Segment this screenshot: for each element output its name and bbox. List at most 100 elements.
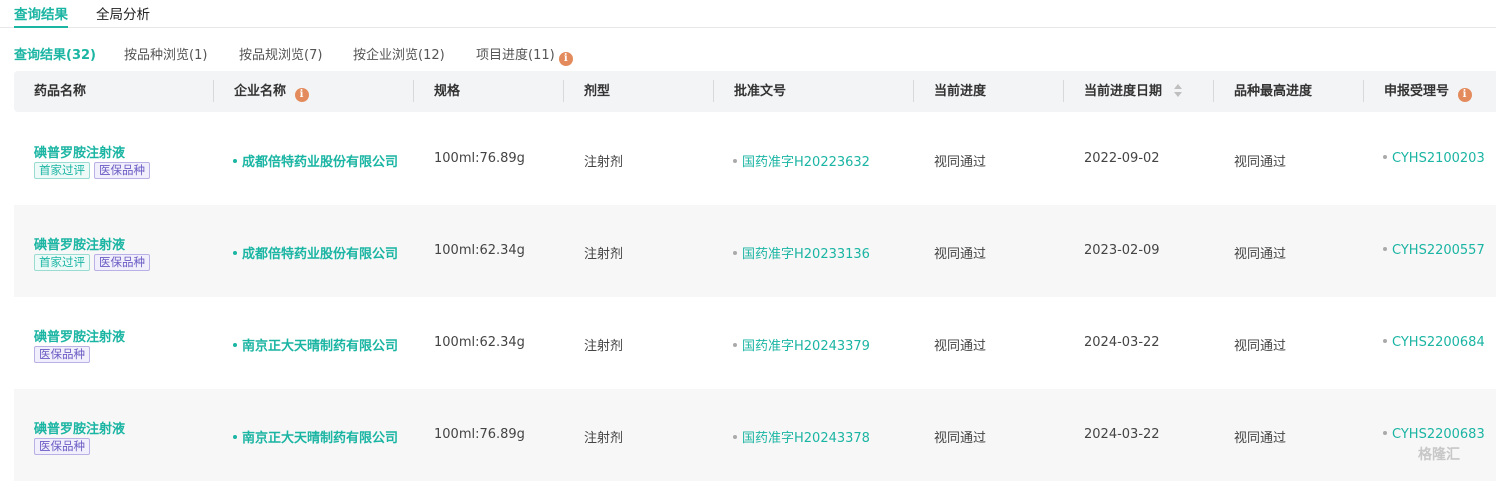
- tag-medical-insurance: 医保品种: [94, 162, 150, 179]
- company-link[interactable]: 南京正大天晴制药有限公司: [233, 335, 398, 354]
- bullet-icon: [1383, 247, 1387, 251]
- table-row: 碘普罗胺注射液 医保品种 南京正大天晴制药有限公司 100ml:62.34g 注…: [14, 297, 1496, 389]
- accept-no-link[interactable]: CYHS2200684: [1383, 335, 1485, 350]
- progress-date-value: 2022-09-02: [1084, 151, 1160, 166]
- company-name: 南京正大天晴制药有限公司: [242, 339, 399, 354]
- header-divider: [1213, 80, 1214, 102]
- info-icon[interactable]: i: [294, 88, 309, 102]
- spec-value: 100ml:76.89g: [434, 427, 525, 442]
- tag-group: 医保品种: [34, 438, 94, 455]
- progress-value: 视同通过: [934, 431, 987, 446]
- company-name: 成都倍特药业股份有限公司: [242, 247, 399, 262]
- drug-name-link[interactable]: 碘普罗胺注射液: [34, 234, 125, 253]
- header-divider: [913, 80, 914, 102]
- form-value: 注射剂: [584, 247, 624, 262]
- top-tab-bar: 查询结果 全局分析: [0, 0, 1496, 28]
- col-progress: 当前进度: [934, 84, 987, 99]
- accept-no-link[interactable]: CYHS2200557: [1383, 243, 1485, 258]
- top-progress-value: 视同通过: [1234, 247, 1287, 262]
- table-row: 碘普罗胺注射液 首家过评 医保品种 成都倍特药业股份有限公司 100ml:76.8…: [14, 113, 1496, 205]
- subtab-by-company[interactable]: 按企业浏览(12): [353, 44, 445, 63]
- header-divider: [413, 80, 414, 102]
- form-value: 注射剂: [584, 339, 624, 354]
- col-drug-name: 药品名称: [34, 84, 87, 99]
- form-value: 注射剂: [584, 431, 624, 446]
- company-link[interactable]: 成都倍特药业股份有限公司: [233, 151, 398, 170]
- form-value: 注射剂: [584, 155, 624, 170]
- tab-global-analysis[interactable]: 全局分析: [96, 3, 150, 28]
- col-accept-no-label: 申报受理号: [1384, 84, 1450, 99]
- approval-number: 国药准字H20243378: [742, 431, 870, 446]
- top-progress-value: 视同通过: [1234, 431, 1287, 446]
- bullet-icon: [733, 435, 737, 439]
- col-accept-no: 申报受理号 i: [1384, 71, 1472, 112]
- company-name: 成都倍特药业股份有限公司: [242, 155, 399, 170]
- bullet-icon: [1383, 431, 1387, 435]
- tag-medical-insurance: 医保品种: [34, 438, 90, 455]
- tag-group: 首家过评 医保品种: [34, 162, 154, 179]
- col-approval: 批准文号: [734, 84, 787, 99]
- progress-date-value: 2023-02-09: [1084, 243, 1160, 258]
- subtab-by-variety[interactable]: 按品种浏览(1): [124, 44, 207, 63]
- approval-number: 国药准字H20223632: [742, 155, 870, 170]
- approval-link[interactable]: 国药准字H20243378: [733, 427, 870, 446]
- header-divider: [1063, 80, 1064, 102]
- info-icon[interactable]: i: [558, 52, 573, 66]
- col-form: 剂型: [584, 84, 611, 99]
- table-header: 药品名称 企业名称 i 规格 剂型 批准文号 当前进度 当前进度日期 品种最高进…: [14, 71, 1496, 112]
- bullet-icon: [233, 251, 237, 255]
- accept-number: CYHS2100203: [1392, 151, 1485, 166]
- tag-group: 首家过评 医保品种: [34, 254, 154, 271]
- accept-number: CYHS2200557: [1392, 243, 1485, 258]
- accept-no-link[interactable]: CYHS2200683: [1383, 427, 1485, 442]
- table-row: 碘普罗胺注射液 医保品种 南京正大天晴制药有限公司 100ml:76.89g 注…: [14, 389, 1496, 481]
- accept-no-link[interactable]: CYHS2100203: [1383, 151, 1485, 166]
- bullet-icon: [1383, 155, 1387, 159]
- tag-first-approval: 首家过评: [34, 254, 90, 271]
- tag-first-approval: 首家过评: [34, 162, 90, 179]
- sort-icon[interactable]: [1173, 84, 1183, 98]
- accept-number: CYHS2200684: [1392, 335, 1485, 350]
- bullet-icon: [733, 251, 737, 255]
- tag-group: 医保品种: [34, 346, 94, 363]
- bullet-icon: [233, 159, 237, 163]
- approval-number: 国药准字H20243379: [742, 339, 870, 354]
- header-divider: [1363, 80, 1364, 102]
- header-divider: [713, 80, 714, 102]
- approval-link[interactable]: 国药准字H20243379: [733, 335, 870, 354]
- col-progress-date[interactable]: 当前进度日期: [1084, 71, 1183, 112]
- subtab-query-results[interactable]: 查询结果(32): [14, 44, 96, 63]
- spec-value: 100ml:76.89g: [434, 151, 525, 166]
- col-progress-date-label: 当前进度日期: [1084, 84, 1163, 99]
- spec-value: 100ml:62.34g: [434, 335, 525, 350]
- company-link[interactable]: 南京正大天晴制药有限公司: [233, 427, 398, 446]
- tag-medical-insurance: 医保品种: [34, 346, 90, 363]
- drug-name-link[interactable]: 碘普罗胺注射液: [34, 418, 125, 437]
- progress-value: 视同通过: [934, 339, 987, 354]
- bullet-icon: [733, 159, 737, 163]
- tag-medical-insurance: 医保品种: [94, 254, 150, 271]
- progress-value: 视同通过: [934, 247, 987, 262]
- tab-query-results[interactable]: 查询结果: [14, 3, 68, 28]
- col-company-label: 企业名称: [234, 84, 287, 99]
- table-row: 碘普罗胺注射液 首家过评 医保品种 成都倍特药业股份有限公司 100ml:62.3…: [14, 205, 1496, 297]
- subtab-by-spec[interactable]: 按品规浏览(7): [239, 44, 322, 63]
- drug-name-link[interactable]: 碘普罗胺注射液: [34, 326, 125, 345]
- col-company: 企业名称 i: [234, 71, 309, 112]
- top-progress-value: 视同通过: [1234, 339, 1287, 354]
- company-link[interactable]: 成都倍特药业股份有限公司: [233, 243, 398, 262]
- col-spec: 规格: [434, 84, 461, 99]
- watermark-logo: 格隆汇: [1418, 447, 1460, 463]
- col-top-progress: 品种最高进度: [1234, 84, 1313, 99]
- subtab-project-progress[interactable]: 项目进度(11) i: [476, 44, 573, 66]
- progress-date-value: 2024-03-22: [1084, 427, 1160, 442]
- progress-date-value: 2024-03-22: [1084, 335, 1160, 350]
- bullet-icon: [733, 343, 737, 347]
- subtab-project-progress-label: 项目进度(11): [476, 48, 555, 63]
- approval-link[interactable]: 国药准字H20233136: [733, 243, 870, 262]
- approval-number: 国药准字H20233136: [742, 247, 870, 262]
- progress-value: 视同通过: [934, 155, 987, 170]
- info-icon[interactable]: i: [1457, 88, 1472, 102]
- drug-name-link[interactable]: 碘普罗胺注射液: [34, 142, 125, 161]
- approval-link[interactable]: 国药准字H20223632: [733, 151, 870, 170]
